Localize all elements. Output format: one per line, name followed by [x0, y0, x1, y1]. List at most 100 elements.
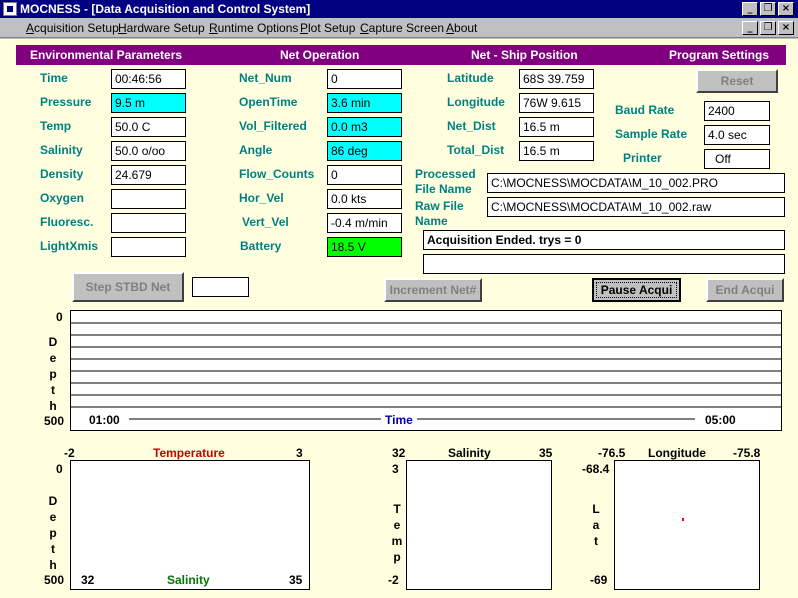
angle-label: Angle [239, 143, 273, 157]
time-value: 00:46:56 [111, 69, 186, 89]
temp-plot-y-bottom: 500 [44, 573, 65, 587]
sal-plot-x-max: 35 [539, 446, 553, 460]
lon-plot-title: Longitude [648, 446, 706, 460]
latitude-value: 68S 39.759 [519, 69, 594, 89]
menu-plot-setup[interactable]: Plot Setup [300, 21, 355, 35]
lon-plot-y-bottom: -69 [590, 573, 608, 587]
printer-label: Printer [623, 151, 662, 165]
app-icon[interactable] [3, 2, 17, 16]
status-message: Acquisition Ended. trys = 0 [423, 230, 785, 250]
total-dist-label: Total_Dist [447, 143, 505, 157]
menu-about[interactable]: About [446, 21, 477, 35]
angle-value: 86 deg [327, 141, 402, 161]
net-dist-value: 16.5 m [519, 117, 594, 137]
minimize-button[interactable]: _ [742, 2, 758, 16]
flow-counts-value: 0 [327, 165, 402, 185]
net-num-label: Net_Num [239, 71, 292, 85]
status-message-2 [423, 254, 785, 274]
temp-plot-title: Temperature [153, 446, 225, 460]
salinity-label: Salinity [40, 143, 83, 157]
menu-hardware-setup[interactable]: Hardware Setup [118, 21, 205, 35]
sal-plot-y-bottom: -2 [388, 573, 399, 587]
temperature-depth-plot: 32 Salinity 35 [70, 460, 310, 590]
menu-acquisition-setup[interactable]: Acquisition Setup [26, 21, 119, 35]
menu-runtime-options[interactable]: Runtime Options [209, 21, 298, 35]
section-header-band: Environmental Parameters Net Operation N… [16, 45, 786, 65]
vert-vel-value: -0.4 m/min [327, 213, 402, 233]
sal-plot-title: Salinity [448, 446, 491, 460]
baud-rate-value: 2400 [704, 101, 770, 121]
temp-plot-sal-min: 32 [81, 573, 95, 587]
raw-file-label-2: Name [415, 214, 448, 228]
pressure-value: 9.5 m [111, 93, 186, 113]
pressure-label: Pressure [40, 95, 92, 109]
depth-plot-y-top: 0 [56, 310, 63, 324]
opentime-label: OpenTime [239, 95, 298, 109]
total-dist-value: 16.5 m [519, 141, 594, 161]
close-button[interactable]: × [778, 2, 794, 16]
lon-plot-x-min: -76.5 [598, 446, 626, 460]
child-restore-button[interactable]: ❐ [760, 21, 776, 35]
density-label: Density [40, 167, 84, 181]
opentime-value: 3.6 min [327, 93, 402, 113]
salinity-value: 50.0 o/oo [111, 141, 186, 161]
sal-plot-x-min: 32 [392, 446, 406, 460]
vol-filtered-label: Vol_Filtered [239, 119, 307, 133]
raw-file-value: C:\MOCNESS\MOCDATA\M_10_002.raw [487, 197, 785, 217]
end-acqui-button[interactable]: End Acqui [706, 278, 784, 302]
printer-value: Off [704, 149, 770, 169]
header-environmental: Environmental Parameters [30, 48, 183, 62]
battery-value: 18.5 V [327, 237, 402, 257]
vert-vel-label: Vert_Vel [242, 215, 289, 229]
increment-net-button[interactable]: Increment Net# [384, 278, 482, 302]
reset-button[interactable]: Reset [696, 69, 778, 93]
step-stbd-net-button[interactable]: Step STBD Net [72, 272, 184, 302]
sal-plot-y-label: T e m p [391, 502, 403, 564]
restore-button[interactable]: ❐ [760, 2, 776, 16]
title-bar: MOCNESS - [Data Acquisition and Control … [0, 0, 798, 18]
processed-file-label-1: Processed [415, 167, 476, 181]
longitude-latitude-plot [614, 460, 760, 590]
temp-plot-y-label: D e p t h [48, 494, 58, 572]
fluoresc-value [111, 213, 186, 233]
step-stbd-value [192, 277, 249, 297]
menu-capture-screen[interactable]: Capture Screen [360, 21, 444, 35]
menu-bar: Acquisition Setup Hardware Setup Runtime… [0, 18, 798, 38]
temp-plot-y-top: 0 [56, 462, 63, 476]
pause-acqui-button[interactable]: Pause Acqui [592, 278, 681, 302]
header-net-ship-position: Net - Ship Position [471, 48, 578, 62]
hor-vel-label: Hor_Vel [239, 191, 284, 205]
header-net-operation: Net Operation [280, 48, 360, 62]
header-program-settings: Program Settings [669, 48, 770, 62]
child-close-button[interactable]: × [778, 21, 794, 35]
lon-plot-x-max: -75.8 [733, 446, 761, 460]
fluoresc-label: Fluoresc. [40, 215, 94, 229]
temp-plot-x-min: -2 [64, 446, 75, 460]
sample-rate-value: 4.0 sec [704, 125, 770, 145]
depth-plot-x-label: Time [385, 413, 413, 427]
temp-plot-sal-label: Salinity [167, 573, 210, 587]
battery-label: Battery [240, 239, 282, 253]
lon-plot-y-top: -68.4 [582, 462, 610, 476]
lightxmis-label: LightXmis [40, 239, 99, 253]
oxygen-value [111, 189, 186, 209]
depth-plot-y-bottom: 500 [44, 414, 65, 428]
density-value: 24.679 [111, 165, 186, 185]
flow-counts-label: Flow_Counts [239, 167, 315, 181]
lightxmis-value [111, 237, 186, 257]
window-title: MOCNESS - [Data Acquisition and Control … [20, 2, 311, 16]
temp-plot-sal-max: 35 [289, 573, 303, 587]
raw-file-label-1: Raw File [415, 199, 464, 213]
longitude-label: Longitude [447, 95, 505, 109]
baud-rate-label: Baud Rate [615, 103, 675, 117]
time-label: Time [40, 71, 68, 85]
processed-file-label-2: File Name [415, 182, 472, 196]
lon-plot-y-label: L a t [592, 502, 600, 548]
processed-file-value: C:\MOCNESS\MOCDATA\M_10_002.PRO [487, 173, 785, 193]
latitude-label: Latitude [447, 71, 494, 85]
depth-time-plot: 01:00 Time 05:00 [70, 310, 782, 431]
position-dot [682, 518, 684, 521]
depth-plot-y-label: D e p t h [48, 335, 58, 413]
child-minimize-button[interactable]: _ [742, 21, 758, 35]
longitude-value: 76W 9.615 [519, 93, 594, 113]
